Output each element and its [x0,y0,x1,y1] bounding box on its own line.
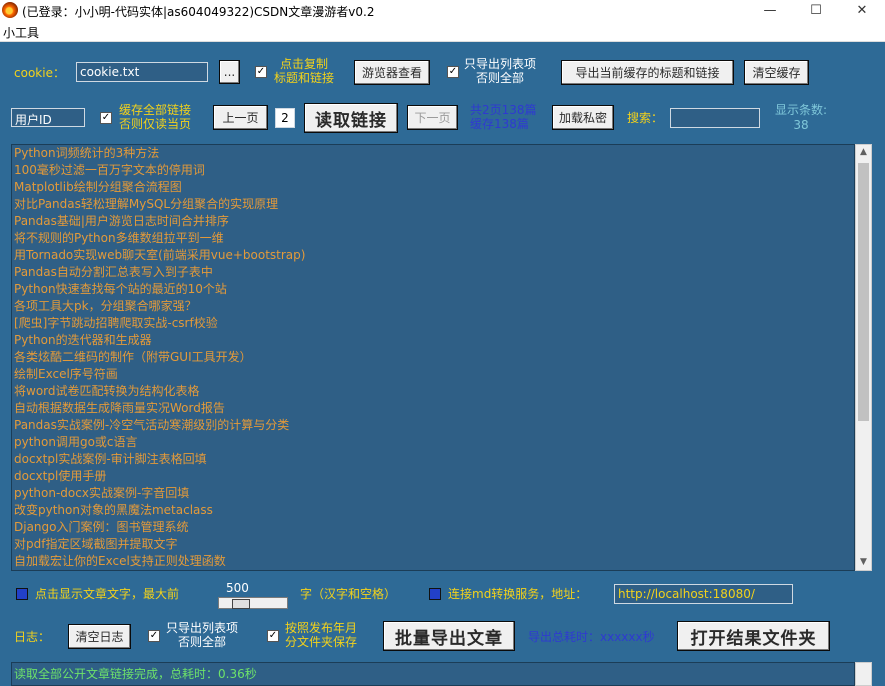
log-label: 日志： [14,630,51,644]
next-page-button[interactable]: 下一页 [407,105,458,130]
clear-log-button[interactable]: 清空日志 [68,624,131,649]
list-item[interactable]: Django入门案例：图书管理系统 [12,519,854,536]
list-item[interactable]: 自动根据数据生成降雨量实况Word报告 [12,400,854,417]
show-article-text-label: 点击显示文章文字，最大前 [35,587,180,601]
list-item[interactable]: Pandas自动分割汇总表写入到子表中 [12,264,854,281]
prev-page-button[interactable]: 上一页 [213,105,268,130]
list-item[interactable]: Python的迭代器和生成器 [12,332,854,349]
list-item[interactable]: Matplotlib绘制分组聚合流程图 [12,179,854,196]
cache-all-label: 缓存全部链接 否则仅读当页 [119,103,191,131]
export-time-text: 导出总耗时：xxxxxx秒 [528,630,655,644]
status-log-scrollbar[interactable] [855,662,872,686]
close-button[interactable]: ✕ [839,0,885,22]
load-private-button[interactable]: 加载私密 [552,105,614,130]
list-item[interactable]: python调用go或c语言 [12,434,854,451]
md-service-checkbox[interactable] [429,588,441,600]
list-item[interactable]: 改变python对象的黑魔法metaclass [12,502,854,519]
by-date-line1: 按照发布年月 [285,621,358,635]
page-number-input[interactable]: 2 [275,108,295,128]
browse-button[interactable]: ... [219,60,240,84]
list-item[interactable]: Python快速查找每个站的最近的10个站 [12,281,854,298]
list-item[interactable]: 将不规则的Python多维数组拉平到一维 [12,230,854,247]
list-item[interactable]: [爬虫]字节跳动招聘爬取实战-csrf校验 [12,315,854,332]
list-item[interactable]: python-docx实战案例-字音回填 [12,485,854,502]
browser-view-button[interactable]: 游览器查看 [354,60,430,85]
md-service-label: 连接md转换服务，地址： [448,587,588,601]
list-item[interactable]: 各项工具大pk，分组聚合哪家强？ [12,298,854,315]
export-cache-button[interactable]: 导出当前缓存的标题和链接 [561,60,734,85]
copy-title-link-label: 点击复制 标题和链接 [274,57,334,85]
search-label: 搜索： [627,111,664,125]
window-title: (已登录：小小明-代码实体|as604049322)CSDN文章漫游者v0.2 [22,5,375,19]
list-item[interactable]: docxtpl实战案例-审计脚注表格回填 [12,451,854,468]
display-count: 显示条数: 38 [768,103,834,133]
cookie-input[interactable]: cookie.txt [76,62,208,82]
export-list-bottom-line1: 只导出列表项 [166,621,239,635]
slider-thumb[interactable] [232,599,250,609]
read-links-button[interactable]: 读取链接 [304,103,398,133]
list-item[interactable]: Pandas基础|用户游览日志时间合并排序 [12,213,854,230]
cookie-label: cookie： [14,66,65,80]
maximize-button[interactable]: ☐ [793,0,839,22]
show-article-text-checkbox[interactable] [16,588,28,600]
export-list-line2: 否则全部 [476,71,525,85]
list-item[interactable]: 用Tornado实现web聊天室(前端采用vue+bootstrap) [12,247,854,264]
md-url-input[interactable]: http://localhost:18080/ [614,584,793,604]
scroll-thumb[interactable] [858,163,869,421]
list-item[interactable]: 各类炫酷二维码的制作（附带GUI工具开发） [12,349,854,366]
copy-label-line2: 标题和链接 [274,71,335,85]
total-info: 共2页138篇 缓存138篇 [470,103,537,131]
export-list-only-checkbox-bottom[interactable]: ✓ [148,630,160,642]
copy-title-link-checkbox[interactable]: ✓ [255,66,267,78]
display-count-value: 38 [793,118,809,132]
export-list-line1: 只导出列表项 [464,57,537,71]
minimize-button[interactable]: — [747,0,793,22]
display-count-label: 显示条数: [774,103,828,117]
article-list[interactable]: Python词频统计的3种方法 100毫秒过滤一百万字文本的停用词 Matplotl… [11,144,855,571]
export-list-only-checkbox-top[interactable]: ✓ [447,66,459,78]
export-list-only-label-bottom: 只导出列表项 否则全部 [166,621,238,649]
list-item[interactable]: 将word试卷匹配转换为结构化表格 [12,383,854,400]
total-pages-text: 共2页138篇 [470,103,537,117]
cache-all-checkbox[interactable]: ✓ [100,112,112,124]
search-input[interactable] [670,108,760,128]
copy-label-line1: 点击复制 [280,57,329,71]
status-log: 读取全部公开文章链接完成，总耗时：0.36秒 [11,662,855,686]
by-date-folder-checkbox[interactable]: ✓ [267,630,279,642]
article-list-scrollbar[interactable]: ▲ ▼ [855,144,872,571]
by-date-line2: 分文件夹保存 [285,635,358,649]
open-result-folder-button[interactable]: 打开结果文件夹 [677,621,830,651]
scroll-up-arrow-icon[interactable]: ▲ [856,145,871,160]
by-date-folder-label: 按照发布年月 分文件夹保存 [285,621,357,649]
list-item[interactable]: Python词频统计的3种方法 [12,145,854,162]
slider-value: 500 [226,581,249,595]
list-item[interactable]: 100毫秒过滤一百万字文本的停用词 [12,162,854,179]
list-item[interactable]: Pandas实战案例-冷空气活动寒潮级别的计算与分类 [12,417,854,434]
list-item[interactable]: 绘制Excel序号符画 [12,366,854,383]
list-item[interactable]: 自加载宏让你的Excel支持正则处理函数 [12,553,854,570]
export-list-bottom-line2: 否则全部 [178,635,227,649]
batch-export-button[interactable]: 批量导出文章 [383,621,515,651]
scroll-down-arrow-icon[interactable]: ▼ [856,555,871,570]
cache-count-text: 缓存138篇 [470,117,529,131]
menu-tools[interactable]: 小工具 [3,24,39,41]
user-id-input[interactable]: 用户ID [11,108,85,127]
chars-unit-label: 字（汉字和空格） [300,587,397,601]
app-icon [2,2,18,18]
list-item[interactable]: 对比Pandas轻松理解MySQL分组聚合的实现原理 [12,196,854,213]
export-list-only-label-top: 只导出列表项 否则全部 [464,57,536,85]
cache-all-line1: 缓存全部链接 [119,103,192,117]
cache-all-line2: 否则仅读当页 [119,117,192,131]
clear-cache-button[interactable]: 清空缓存 [744,60,809,85]
max-chars-slider[interactable] [218,597,288,609]
list-item[interactable]: docxtpl使用手册 [12,468,854,485]
menu-bar: 小工具 [0,22,885,42]
list-item[interactable]: 对pdf指定区域截图并提取文字 [12,536,854,553]
title-bar: (已登录：小小明-代码实体|as604049322)CSDN文章漫游者v0.2 … [0,0,885,22]
